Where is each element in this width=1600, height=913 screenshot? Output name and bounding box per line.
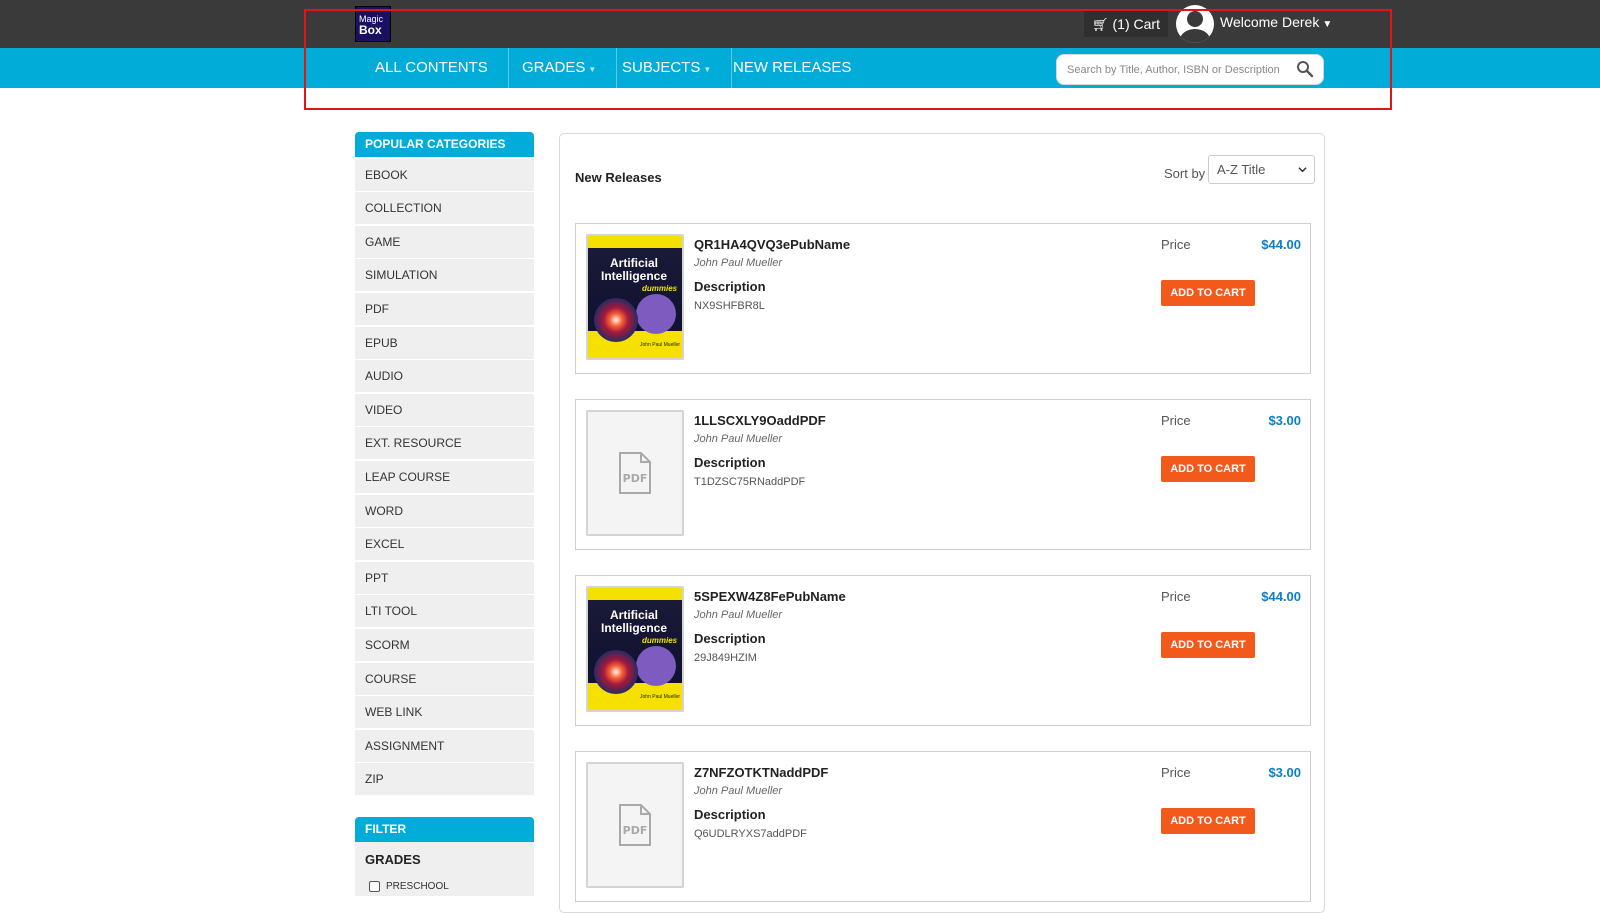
cover-brand: dummies (642, 636, 678, 645)
product-author: John Paul Mueller (694, 257, 783, 269)
category-ebook[interactable]: EBOOK (355, 158, 534, 191)
product-card: PDF 1LLSCXLY9OaddPDF John Paul Mueller D… (575, 399, 1311, 550)
pdf-file-icon: PDF (619, 804, 651, 846)
filter-option-preschool[interactable]: PRESCHOOL (355, 876, 534, 897)
sort-select[interactable]: A-Z Title (1208, 155, 1315, 184)
category-collection[interactable]: COLLECTION (355, 192, 534, 225)
filter-header: FILTER (355, 817, 534, 843)
chevron-down-icon (1298, 167, 1307, 173)
popular-categories-header: POPULAR CATEGORIES (355, 132, 534, 157)
add-to-cart-button[interactable]: ADD TO CART (1161, 456, 1255, 482)
price-label: Price (1161, 237, 1191, 252)
pdf-file-icon: PDF (619, 452, 651, 494)
category-assignment[interactable]: ASSIGNMENT (355, 729, 534, 762)
product-title[interactable]: Z7NFZOTKTNaddPDF (694, 765, 828, 780)
description-label: Description (694, 807, 766, 822)
cover-title-line2: Intelligence (601, 621, 668, 635)
category-word[interactable]: WORD (355, 494, 534, 527)
cover-band (588, 588, 682, 600)
description-label: Description (694, 631, 766, 646)
page-title: New Releases (575, 170, 662, 185)
product-price: $44.00 (1261, 237, 1301, 252)
category-course[interactable]: COURSE (355, 662, 534, 695)
category-ext-resource[interactable]: EXT. RESOURCE (355, 427, 534, 460)
product-card: PDF Z7NFZOTKTNaddPDF John Paul Mueller D… (575, 751, 1311, 902)
category-scorm[interactable]: SCORM (355, 628, 534, 661)
cover-brand: dummies (642, 284, 678, 293)
category-epub[interactable]: EPUB (355, 326, 534, 359)
price-label: Price (1161, 589, 1191, 604)
category-excel[interactable]: EXCEL (355, 528, 534, 561)
product-price: $3.00 (1268, 413, 1301, 428)
price-label: Price (1161, 413, 1191, 428)
product-card: Artificial Intelligence dummies John Pau… (575, 223, 1311, 374)
category-ppt[interactable]: PPT (355, 561, 534, 594)
cover-title-line1: Artificial (610, 608, 659, 622)
product-thumbnail[interactable]: Artificial Intelligence dummies John Pau… (586, 586, 684, 712)
checkbox[interactable] (369, 881, 380, 893)
product-description: 29J849HZIM (694, 652, 757, 664)
cover-title-line1: Artificial (610, 256, 659, 270)
product-title[interactable]: QR1HA4QVQ3ePubName (694, 237, 850, 252)
svg-text:PDF: PDF (623, 824, 648, 837)
cover-authors: John Paul Mueller (640, 342, 681, 348)
svg-text:PDF: PDF (623, 472, 648, 485)
product-description: T1DZSC75RNaddPDF (694, 476, 806, 488)
filter-option-label: PRESCHOOL (386, 881, 449, 893)
add-to-cart-button[interactable]: ADD TO CART (1161, 280, 1255, 306)
category-leap-course[interactable]: LEAP COURSE (355, 460, 534, 493)
description-label: Description (694, 455, 766, 470)
add-to-cart-button[interactable]: ADD TO CART (1161, 808, 1255, 834)
category-web-link[interactable]: WEB LINK (355, 696, 534, 729)
sidebar: POPULAR CATEGORIES EBOOK COLLECTION GAME… (355, 132, 534, 897)
sort-value: A-Z Title (1217, 162, 1266, 177)
product-author: John Paul Mueller (694, 785, 783, 797)
category-pdf[interactable]: PDF (355, 292, 534, 325)
cover-circle (636, 294, 676, 334)
product-author: John Paul Mueller (694, 433, 783, 445)
category-simulation[interactable]: SIMULATION (355, 259, 534, 292)
category-game[interactable]: GAME (355, 225, 534, 258)
product-price: $44.00 (1261, 589, 1301, 604)
cover-authors: John Paul Mueller (640, 694, 681, 700)
cover-burst (594, 298, 638, 342)
book-cover: Artificial Intelligence dummies John Pau… (588, 588, 682, 710)
product-description: Q6UDLRYXS7addPDF (694, 828, 807, 840)
description-label: Description (694, 279, 766, 294)
product-description: NX9SHFBR8L (694, 300, 765, 312)
category-zip[interactable]: ZIP (355, 763, 534, 796)
product-thumbnail[interactable]: PDF (586, 762, 684, 888)
product-thumbnail[interactable]: PDF (586, 410, 684, 536)
category-lti-tool[interactable]: LTI TOOL (355, 595, 534, 628)
main-panel: New Releases Sort by A-Z Title Artificia… (559, 133, 1325, 913)
product-title[interactable]: 5SPEXW4Z8FePubName (694, 589, 846, 604)
product-thumbnail[interactable]: Artificial Intelligence dummies John Pau… (586, 234, 684, 360)
cover-circle (636, 646, 676, 686)
add-to-cart-button[interactable]: ADD TO CART (1161, 632, 1255, 658)
category-audio[interactable]: AUDIO (355, 360, 534, 393)
product-title[interactable]: 1LLSCXLY9OaddPDF (694, 413, 826, 428)
product-card: Artificial Intelligence dummies John Pau… (575, 575, 1311, 726)
sort-label: Sort by (1164, 166, 1206, 181)
book-cover: Artificial Intelligence dummies John Pau… (588, 236, 682, 358)
cover-band (588, 236, 682, 248)
highlight-box (304, 9, 1392, 110)
cover-title-line2: Intelligence (601, 269, 668, 283)
product-author: John Paul Mueller (694, 609, 783, 621)
product-price: $3.00 (1268, 765, 1301, 780)
cover-burst (594, 650, 638, 694)
category-list: EBOOK COLLECTION GAME SIMULATION PDF EPU… (355, 158, 534, 796)
category-video[interactable]: VIDEO (355, 393, 534, 426)
price-label: Price (1161, 765, 1191, 780)
filter-grades-label: GRADES (355, 842, 534, 877)
